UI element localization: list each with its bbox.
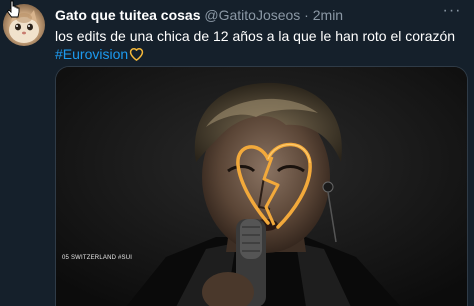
tweet-text-line: los edits de una chica de 12 años a la q…	[55, 28, 456, 44]
yellow-heart-outline-icon	[129, 48, 144, 61]
singer-photo	[56, 67, 467, 306]
author-handle[interactable]: @GatitoJoseos	[204, 7, 300, 23]
tweet-text: los edits de una chica de 12 años a la q…	[55, 27, 465, 63]
pointer-cursor-icon	[6, 0, 20, 18]
author-name[interactable]: Gato que tuitea cosas	[55, 7, 200, 23]
header-separator: ·	[300, 7, 313, 23]
more-options-icon[interactable]: ···	[440, 3, 464, 22]
hashtag-link[interactable]: #Eurovision	[55, 46, 128, 62]
tweet[interactable]: Gato que tuitea cosas @GatitoJoseos · 2m…	[0, 0, 474, 306]
tweet-media-image[interactable]: 05 SWITZERLAND #SUI	[55, 66, 468, 306]
broadcast-caption: 05 SWITZERLAND #SUI	[62, 255, 133, 261]
tweet-time[interactable]: 2min	[313, 7, 343, 23]
tweet-header: Gato que tuitea cosas @GatitoJoseos · 2m…	[55, 6, 343, 24]
